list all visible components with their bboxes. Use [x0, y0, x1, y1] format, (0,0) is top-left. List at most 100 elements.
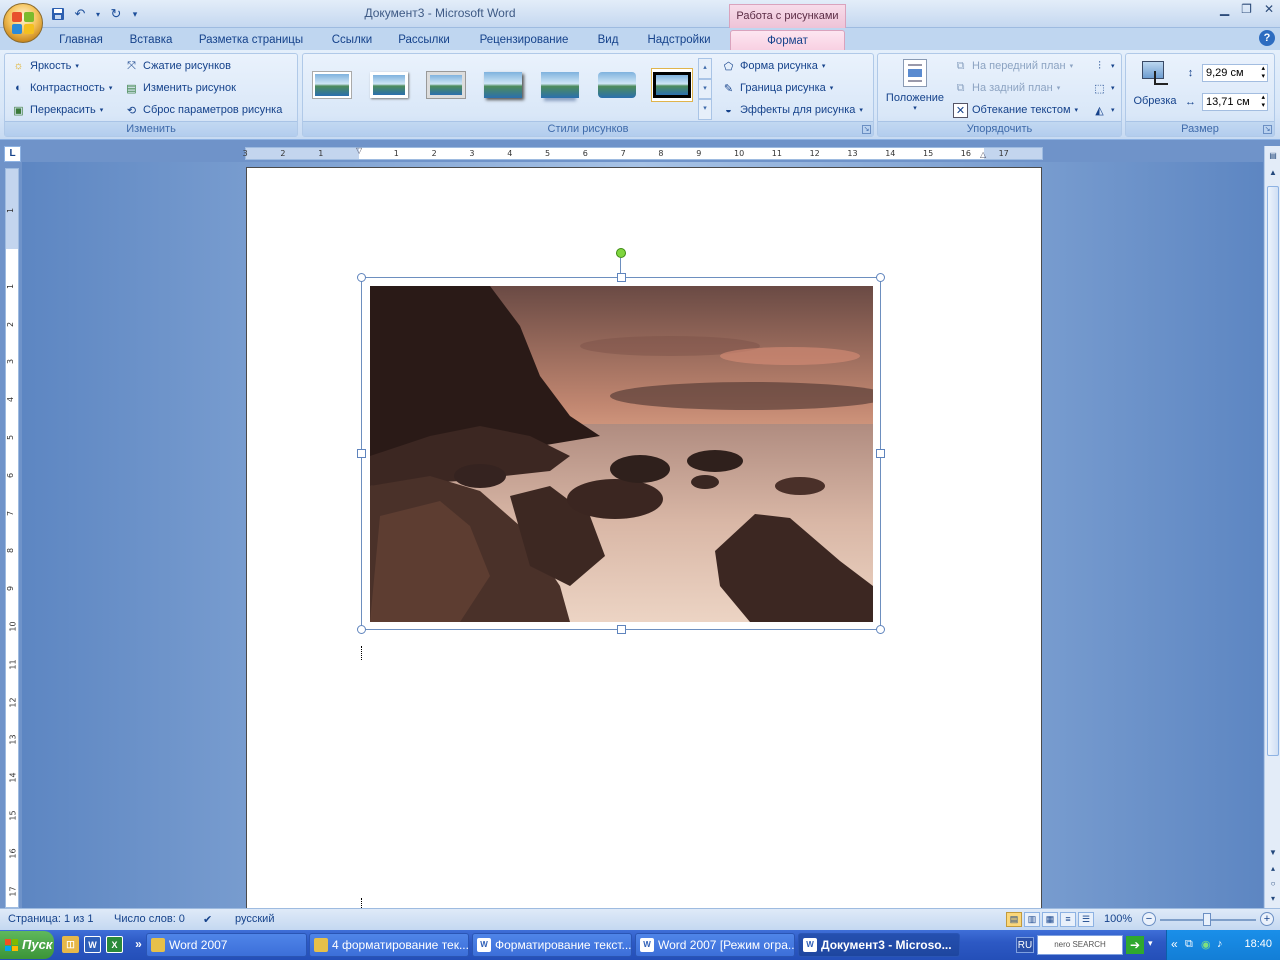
- tab-insert[interactable]: Вставка: [122, 30, 180, 50]
- height-spinner-icon[interactable]: ▴ ▾: [1261, 65, 1265, 81]
- tab-page-layout[interactable]: Разметка страницы: [192, 30, 310, 50]
- picture-style-thumb[interactable]: [596, 68, 638, 102]
- tab-addins[interactable]: Надстройки: [640, 30, 718, 50]
- page-count[interactable]: Страница: 1 из 1: [8, 913, 94, 925]
- scroll-down-icon[interactable]: ▼: [1266, 846, 1280, 860]
- maximize-icon[interactable]: ❐: [1241, 2, 1252, 16]
- taskbar-button[interactable]: W Форматирование текст...: [472, 933, 632, 957]
- office-button[interactable]: [3, 3, 43, 43]
- taskbar-button-active[interactable]: W Документ3 - Microso...: [798, 933, 960, 957]
- start-button[interactable]: Пуск: [0, 931, 54, 959]
- web-layout-view-icon[interactable]: ▦: [1042, 912, 1058, 927]
- bring-to-front-button[interactable]: ⧉ На передний план ▾: [953, 57, 1074, 75]
- horizontal-ruler[interactable]: 3 2 1 1 2 3 4 5 6 7 8 9 10 11 12 13 14 15 16 17 ▽ △: [243, 146, 1043, 160]
- resize-handle-left[interactable]: [357, 449, 366, 458]
- next-page-icon[interactable]: ▾: [1266, 892, 1280, 906]
- picture-style-thumb[interactable]: [368, 68, 410, 102]
- crop-button[interactable]: Обрезка: [1130, 57, 1180, 117]
- width-field[interactable]: 13,71 см ▴ ▾: [1202, 93, 1268, 111]
- word-count[interactable]: Число слов: 0: [114, 913, 185, 925]
- resize-handle-bottom-right[interactable]: [876, 625, 885, 634]
- taskbar-button[interactable]: Word 2007: [146, 933, 307, 957]
- width-spinner-icon[interactable]: ▴ ▾: [1261, 94, 1265, 110]
- align-button[interactable]: ⫶ ▾: [1092, 57, 1114, 75]
- clock[interactable]: 18:40: [1244, 938, 1272, 950]
- resize-handle-right[interactable]: [876, 449, 885, 458]
- vertical-scrollbar[interactable]: ▤ ▲ ▼ ▴ ○ ▾: [1264, 146, 1280, 908]
- resize-handle-bottom-left[interactable]: [357, 625, 366, 634]
- taskbar-button[interactable]: W Word 2007 [Режим огра...: [635, 933, 795, 957]
- quicklaunch-explorer-icon[interactable]: ◫: [62, 936, 79, 953]
- picture-style-thumb[interactable]: [425, 68, 467, 102]
- gallery-more-icon[interactable]: ▾: [698, 99, 712, 121]
- text-wrapping-button[interactable]: ✕ Обтекание текстом ▾: [953, 101, 1078, 119]
- tab-mailings[interactable]: Рассылки: [392, 30, 456, 50]
- zoom-in-icon[interactable]: +: [1260, 912, 1274, 926]
- ruler-toggle-icon[interactable]: ▤: [1266, 149, 1280, 163]
- contrast-button[interactable]: ◐ Контрастность ▾: [11, 79, 112, 97]
- search-dropdown-icon[interactable]: ▾: [1148, 938, 1153, 949]
- dialog-launcher-icon[interactable]: ↘: [862, 125, 871, 134]
- picture-style-thumb[interactable]: [311, 68, 353, 102]
- compress-pictures-button[interactable]: ⤧ Сжатие рисунков: [124, 57, 231, 75]
- scroll-thumb[interactable]: [1267, 186, 1279, 756]
- resize-handle-top[interactable]: [617, 273, 626, 282]
- reset-picture-button[interactable]: ⟲ Сброс параметров рисунка: [124, 101, 282, 119]
- zoom-out-icon[interactable]: −: [1142, 912, 1156, 926]
- help-icon[interactable]: ?: [1259, 30, 1275, 46]
- tab-home[interactable]: Главная: [52, 30, 110, 50]
- rotate-button[interactable]: ◭ ▾: [1092, 101, 1114, 119]
- scroll-up-icon[interactable]: ▲: [1266, 166, 1280, 180]
- tray-volume-icon[interactable]: ♪: [1217, 938, 1223, 950]
- tab-view[interactable]: Вид: [589, 30, 627, 50]
- send-to-back-button[interactable]: ⧉ На задний план ▾: [953, 79, 1061, 97]
- tray-network-icon[interactable]: ⧉: [1185, 938, 1193, 951]
- tab-format[interactable]: Формат: [730, 30, 845, 50]
- inserted-picture[interactable]: [370, 286, 873, 622]
- resize-handle-top-left[interactable]: [357, 273, 366, 282]
- prev-page-icon[interactable]: ▴: [1266, 862, 1280, 876]
- draft-view-icon[interactable]: ☰: [1078, 912, 1094, 927]
- zoom-level[interactable]: 100%: [1104, 913, 1132, 925]
- picture-style-thumb-selected[interactable]: [651, 68, 693, 102]
- tab-selector-icon[interactable]: L: [4, 146, 21, 162]
- proofing-icon[interactable]: ✔: [203, 913, 212, 926]
- vertical-ruler[interactable]: 1 1 2 3 4 5 6 7 8 9 10 11 12 13 14 15 16 17: [5, 168, 19, 908]
- nero-search-box[interactable]: nero SEARCH: [1037, 935, 1123, 955]
- gallery-up-icon[interactable]: ▴: [698, 58, 712, 79]
- quicklaunch-more-icon[interactable]: »: [130, 936, 147, 953]
- close-icon[interactable]: ✕: [1264, 2, 1274, 16]
- picture-style-thumb[interactable]: [482, 68, 524, 102]
- group-objects-button[interactable]: ⬚ ▾: [1092, 79, 1114, 97]
- brightness-button[interactable]: ☼ Яркость ▾: [11, 57, 78, 75]
- resize-handle-bottom[interactable]: [617, 625, 626, 634]
- tab-references[interactable]: Ссылки: [324, 30, 380, 50]
- search-go-icon[interactable]: ➔: [1126, 936, 1144, 954]
- print-layout-view-icon[interactable]: ▤: [1006, 912, 1022, 927]
- picture-shape-button[interactable]: ⬠ Форма рисунка ▾: [721, 57, 826, 75]
- language-bar[interactable]: RU: [1016, 937, 1034, 953]
- zoom-slider-thumb[interactable]: [1203, 913, 1211, 926]
- minimize-icon[interactable]: ▁: [1220, 2, 1229, 16]
- height-field[interactable]: 9,29 см ▴ ▾: [1202, 64, 1268, 82]
- gallery-down-icon[interactable]: ▾: [698, 78, 712, 100]
- tray-expand-icon[interactable]: «: [1171, 937, 1178, 951]
- rotate-handle[interactable]: [616, 248, 626, 258]
- tab-review[interactable]: Рецензирование: [471, 30, 577, 50]
- dialog-launcher-icon[interactable]: ↘: [1263, 125, 1272, 134]
- outline-view-icon[interactable]: ≡: [1060, 912, 1076, 927]
- full-screen-reading-icon[interactable]: ▥: [1024, 912, 1040, 927]
- change-picture-button[interactable]: ▤ Изменить рисунок: [124, 79, 236, 97]
- resize-handle-top-right[interactable]: [876, 273, 885, 282]
- browse-object-icon[interactable]: ○: [1266, 877, 1280, 891]
- picture-style-thumb[interactable]: [539, 68, 581, 102]
- quicklaunch-word-icon[interactable]: W: [84, 936, 101, 953]
- position-button[interactable]: Положение ▾: [882, 57, 948, 119]
- taskbar-button[interactable]: 4 форматирование тек...: [309, 933, 469, 957]
- tray-security-icon[interactable]: ◉: [1201, 938, 1211, 951]
- picture-border-button[interactable]: ✎ Граница рисунка ▾: [721, 79, 833, 97]
- quicklaunch-excel-icon[interactable]: X: [106, 936, 123, 953]
- recolor-button[interactable]: ▣ Перекрасить ▾: [11, 101, 103, 119]
- first-line-indent-icon[interactable]: ▽: [356, 146, 362, 155]
- right-indent-icon[interactable]: △: [980, 150, 986, 159]
